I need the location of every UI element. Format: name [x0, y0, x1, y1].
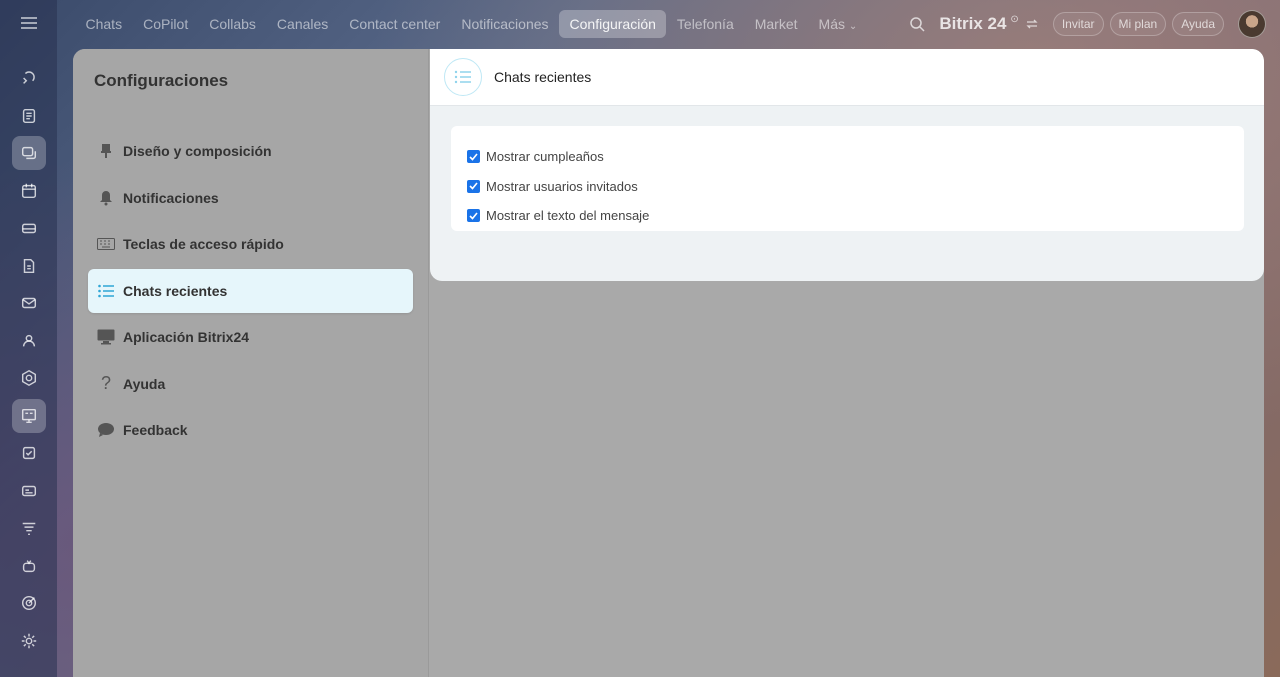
- checkbox[interactable]: [467, 179, 480, 193]
- menu-item-chats-recientes[interactable]: Chats recientes: [88, 268, 413, 313]
- brush-icon: [96, 141, 116, 161]
- question-icon: ?: [100, 373, 111, 393]
- brand-badge: ⊙: [1010, 13, 1019, 25]
- list-icon: [444, 58, 482, 96]
- nav-telefonia[interactable]: Telefonía: [666, 10, 744, 38]
- contacts-icon[interactable]: [12, 324, 46, 358]
- settings-title: Configuraciones: [94, 71, 229, 90]
- plan-button[interactable]: Mi plan: [1109, 12, 1167, 36]
- chat-icon[interactable]: [11, 136, 46, 170]
- toggle-icon[interactable]: [1025, 17, 1039, 31]
- option-mostrar-cumpleanos[interactable]: Mostrar cumpleaños: [451, 142, 1244, 172]
- menu-item-label: Notificaciones: [123, 189, 219, 206]
- option-mostrar-invitados[interactable]: Mostrar usuarios invitados: [451, 172, 1244, 202]
- menu-item-feedback[interactable]: Feedback: [88, 408, 413, 452]
- top-bar: Chats CoPilot Collabs Canales Contact ce…: [57, 0, 1280, 48]
- brand-logo[interactable]: Bitrix 24: [939, 14, 1006, 34]
- menu-item-label: Diseño y composición: [123, 143, 272, 159]
- robot-icon[interactable]: [12, 549, 46, 583]
- speech-bubble-icon: [96, 420, 116, 440]
- monitor-icon: [96, 327, 116, 347]
- drive-icon[interactable]: [12, 211, 46, 245]
- menu-icon[interactable]: [19, 13, 39, 33]
- options-card: Mostrar cumpleaños Mostrar usuarios invi…: [451, 126, 1244, 231]
- nav-configuracion[interactable]: Configuración: [559, 10, 667, 38]
- nav-notificaciones[interactable]: Notificaciones: [451, 10, 559, 38]
- option-label: Mostrar el texto del mensaje: [486, 208, 650, 224]
- settings-icon[interactable]: [12, 624, 46, 658]
- tasks-icon[interactable]: [12, 436, 46, 470]
- keyboard-icon: [96, 234, 116, 254]
- menu-item-diseno[interactable]: Diseño y composición: [88, 129, 413, 173]
- menu-item-aplicacion[interactable]: Aplicación Bitrix24: [88, 315, 413, 359]
- avatar[interactable]: [1238, 10, 1266, 38]
- menu-item-label: Ayuda: [123, 375, 166, 392]
- nav-canales[interactable]: Canales: [266, 10, 338, 38]
- nav-contact-center[interactable]: Contact center: [339, 10, 451, 38]
- menu-item-ayuda[interactable]: ? Ayuda: [88, 362, 413, 406]
- list-icon: [96, 281, 116, 301]
- top-right: Bitrix 24 ⊙ Invitar Mi plan Ayuda: [909, 0, 1266, 48]
- invite-button[interactable]: Invitar: [1052, 12, 1104, 36]
- checkbox[interactable]: [467, 150, 480, 164]
- help-button[interactable]: Ayuda: [1172, 12, 1224, 36]
- menu-item-label: Feedback: [123, 422, 188, 438]
- option-label: Mostrar usuarios invitados: [486, 178, 638, 194]
- sites-icon[interactable]: [12, 474, 46, 508]
- menu-item-label: Aplicación Bitrix24: [123, 329, 250, 345]
- panel-header: Chats recientes: [430, 49, 1264, 106]
- bell-icon: [96, 188, 116, 208]
- settings-panel: Chats recientes Mostrar cumpleaños Mostr…: [430, 49, 1264, 281]
- top-nav: Chats CoPilot Collabs Canales Contact ce…: [75, 10, 868, 38]
- board-icon[interactable]: [11, 398, 46, 433]
- nav-collabs[interactable]: Collabs: [199, 10, 267, 38]
- option-mostrar-texto[interactable]: Mostrar el texto del mensaje: [451, 201, 1244, 231]
- filter-icon[interactable]: [12, 511, 46, 545]
- menu-item-label: Teclas de acceso rápido: [123, 236, 284, 252]
- settings-window: Configuraciones Diseño y composición Not…: [73, 49, 1264, 677]
- menu-item-teclas[interactable]: Teclas de acceso rápido: [88, 222, 413, 266]
- nav-mas-label: Más: [818, 16, 845, 32]
- menu-item-notificaciones[interactable]: Notificaciones: [88, 176, 413, 220]
- checkbox[interactable]: [467, 209, 480, 223]
- target-icon[interactable]: [12, 586, 46, 620]
- left-rail: [0, 0, 57, 677]
- nav-market[interactable]: Market: [744, 10, 808, 38]
- chevron-down-icon: ⌄: [848, 21, 858, 32]
- nav-copilot[interactable]: CoPilot: [133, 10, 199, 38]
- crm-icon[interactable]: [12, 361, 46, 395]
- settings-menu: Diseño y composición Notificaciones Tecl…: [88, 129, 413, 455]
- nav-chats[interactable]: Chats: [75, 10, 133, 38]
- search-icon[interactable]: [909, 16, 925, 32]
- feed-icon[interactable]: [12, 99, 46, 133]
- nav-mas[interactable]: Más ⌄: [808, 10, 868, 38]
- panel-title: Chats recientes: [494, 69, 592, 85]
- docs-icon[interactable]: [12, 249, 46, 283]
- menu-item-label: Chats recientes: [123, 282, 228, 299]
- calendar-icon[interactable]: [12, 174, 46, 208]
- copilot-icon[interactable]: [12, 61, 46, 95]
- settings-sidebar: Configuraciones Diseño y composición Not…: [73, 49, 429, 677]
- mail-icon[interactable]: [12, 286, 46, 320]
- option-label: Mostrar cumpleaños: [486, 149, 604, 165]
